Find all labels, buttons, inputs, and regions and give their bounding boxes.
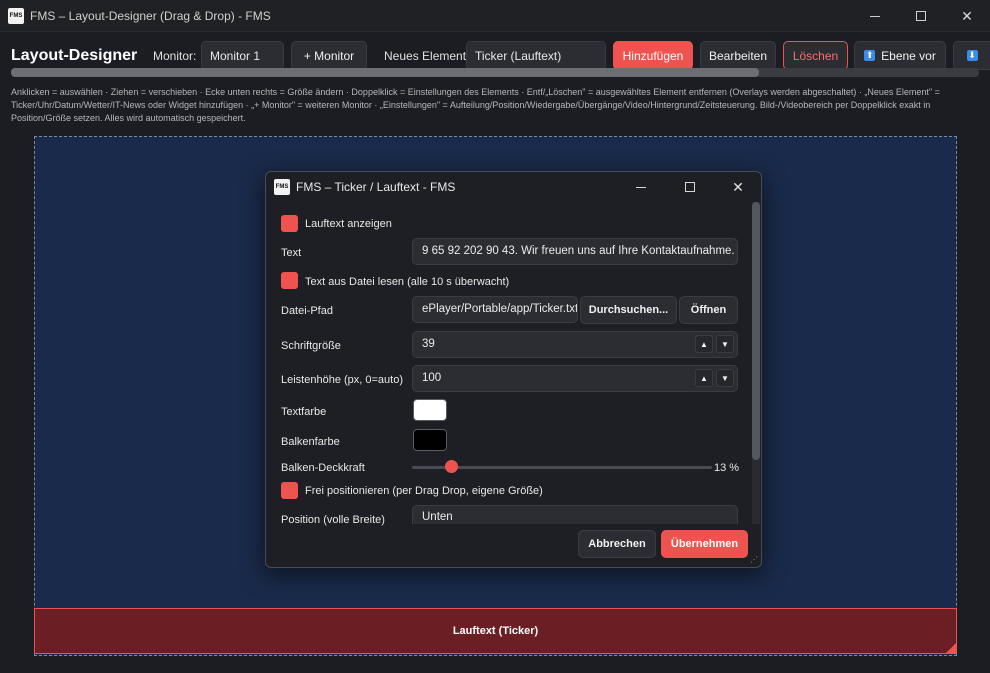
position-label: Position (volle Breite) xyxy=(281,514,385,526)
text-color-swatch[interactable] xyxy=(413,399,447,421)
layer-up-label: Ebene vor xyxy=(881,48,936,63)
resize-grip-icon[interactable]: ⋰ xyxy=(750,555,758,564)
maximize-icon xyxy=(685,182,695,192)
font-size-label: Schriftgröße xyxy=(281,340,341,352)
arrow-down-icon: ⬇ xyxy=(966,50,978,61)
opacity-value: 13 % xyxy=(714,462,740,474)
layer-up-button[interactable]: ⬆ Ebene vor xyxy=(854,41,946,70)
ticker-settings-dialog: FMS FMS – Ticker / Lauftext - FMS ✕ Lauf… xyxy=(265,171,762,568)
dialog-minimize-button[interactable] xyxy=(618,172,664,202)
bar-height-spinbox[interactable]: 100 xyxy=(412,365,738,392)
dialog-close-button[interactable]: ✕ xyxy=(715,172,761,202)
help-text: Anklicken = auswählen · Ziehen = verschi… xyxy=(11,87,940,123)
dialog-title: FMS – Ticker / Lauftext - FMS xyxy=(296,180,456,194)
text-label: Text xyxy=(281,247,302,259)
minimize-icon xyxy=(636,186,646,188)
close-button[interactable]: ✕ xyxy=(944,0,990,32)
layer-down-button[interactable]: ⬇ xyxy=(953,41,990,70)
show-ticker-checkbox[interactable] xyxy=(281,215,298,232)
read-from-file-label: Text aus Datei lesen (alle 10 s überwach… xyxy=(305,276,510,288)
edit-button[interactable]: Bearbeiten xyxy=(700,41,776,70)
dialog-logo-icon: FMS xyxy=(274,179,290,195)
bar-color-swatch[interactable] xyxy=(413,429,447,451)
font-size-spinbox[interactable]: 39 xyxy=(412,331,738,358)
monitor-label: Monitor: xyxy=(153,49,197,63)
font-size-down-button[interactable]: ▼ xyxy=(716,335,734,353)
opacity-label: Balken-Deckkraft xyxy=(281,462,365,474)
dialog-maximize-button[interactable] xyxy=(667,172,713,202)
free-position-label: Frei positionieren (per Drag Drop, eigen… xyxy=(305,485,543,497)
file-path-input[interactable]: ePlayer/Portable/app/Ticker.txt xyxy=(412,296,578,323)
open-button[interactable]: Öffnen xyxy=(679,296,738,324)
scrollbar-thumb[interactable] xyxy=(11,68,759,77)
show-ticker-label: Lauftext anzeigen xyxy=(305,218,392,230)
add-monitor-button[interactable]: + Monitor xyxy=(291,41,367,70)
bar-height-up-button[interactable]: ▲ xyxy=(695,369,713,387)
text-input[interactable]: 9 65 92 202 90 43. Wir freuen uns auf Ih… xyxy=(412,238,738,265)
ticker-element-label: Lauftext (Ticker) xyxy=(452,625,539,637)
resize-handle[interactable] xyxy=(946,643,956,653)
apply-button[interactable]: Übernehmen xyxy=(661,530,748,558)
toolbar-scrollbar[interactable] xyxy=(11,68,979,77)
position-select[interactable]: Unten xyxy=(412,505,738,524)
dialog-titlebar: FMS FMS – Ticker / Lauftext - FMS ✕ xyxy=(266,172,761,202)
caret-down-icon: ▼ xyxy=(721,339,729,349)
text-color-label: Textfarbe xyxy=(281,406,327,418)
bar-height-label: Leistenhöhe (px, 0=auto) xyxy=(281,374,404,386)
dialog-scrollbar[interactable] xyxy=(752,202,760,524)
arrow-up-icon: ⬆ xyxy=(864,50,876,61)
delete-button[interactable]: Löschen xyxy=(783,41,848,70)
page-title: Layout-Designer xyxy=(11,47,138,64)
window-title: FMS – Layout-Designer (Drag & Drop) - FM… xyxy=(30,9,271,23)
new-element-select[interactable]: Ticker (Lauftext) xyxy=(466,41,606,70)
maximize-icon xyxy=(916,11,926,21)
caret-up-icon: ▲ xyxy=(700,373,708,383)
window-titlebar: FMS FMS – Layout-Designer (Drag & Drop) … xyxy=(0,0,990,32)
read-from-file-checkbox[interactable] xyxy=(281,272,298,289)
monitor-select[interactable]: Monitor 1 xyxy=(201,41,284,70)
opacity-slider-handle[interactable] xyxy=(444,460,458,473)
maximize-button[interactable] xyxy=(898,0,944,32)
minimize-icon xyxy=(870,15,880,17)
ticker-element[interactable]: Lauftext (Ticker) xyxy=(34,608,957,654)
font-size-up-button[interactable]: ▲ xyxy=(695,335,713,353)
cancel-button[interactable]: Abbrechen xyxy=(578,530,656,558)
close-icon: ✕ xyxy=(961,7,973,24)
add-button[interactable]: Hinzufügen xyxy=(613,41,693,70)
app-logo-icon: FMS xyxy=(8,8,24,24)
close-icon: ✕ xyxy=(732,178,744,195)
caret-up-icon: ▲ xyxy=(700,339,708,349)
minimize-button[interactable] xyxy=(852,0,898,32)
dialog-scrollbar-thumb[interactable] xyxy=(752,202,760,460)
bar-color-label: Balkenfarbe xyxy=(281,436,340,448)
caret-down-icon: ▼ xyxy=(721,373,729,383)
file-path-label: Datei-Pfad xyxy=(281,305,333,317)
free-position-checkbox[interactable] xyxy=(281,482,298,499)
browse-button[interactable]: Durchsuchen... xyxy=(580,296,677,324)
bar-height-down-button[interactable]: ▼ xyxy=(716,369,734,387)
new-element-label: Neues Element: xyxy=(384,49,470,63)
